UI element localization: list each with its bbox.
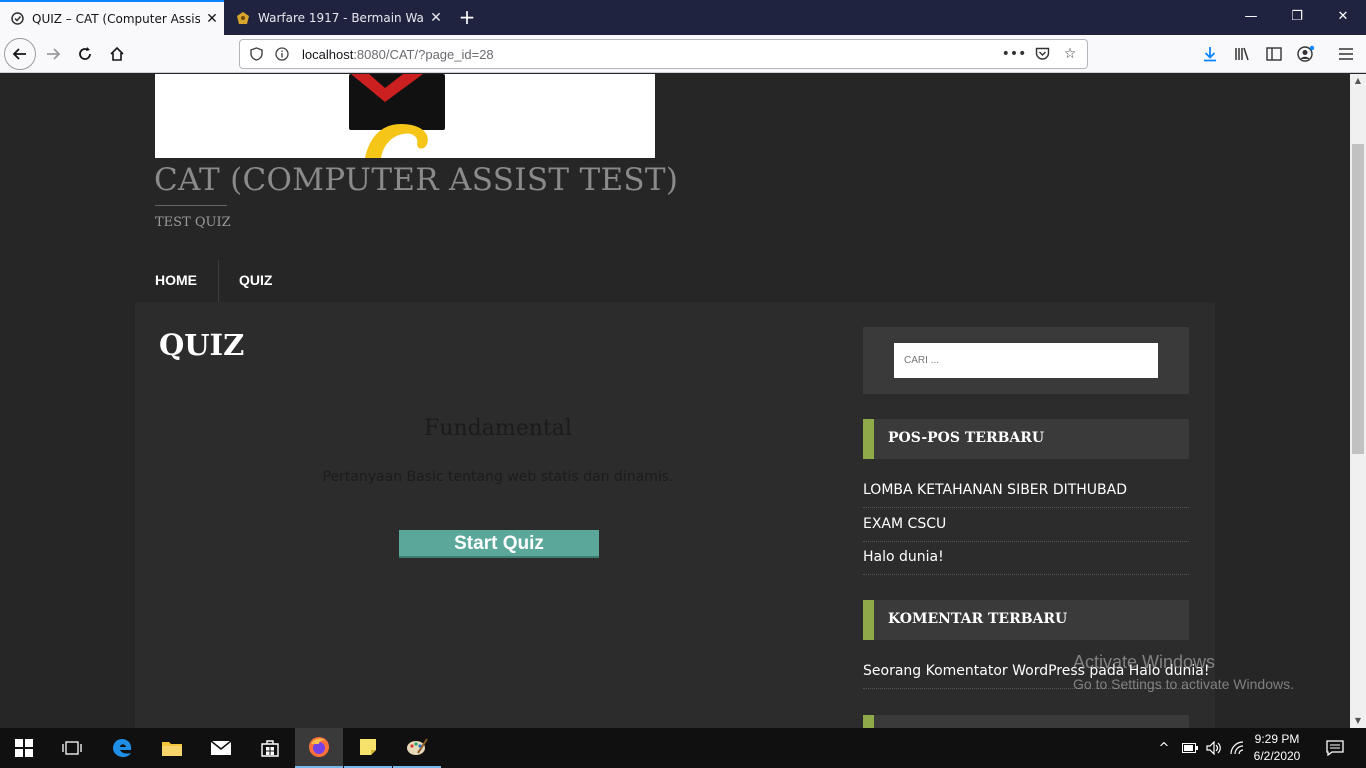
site-title[interactable]: CAT (COMPUTER ASSIST TEST) (154, 162, 678, 198)
library-icon[interactable] (1230, 42, 1254, 66)
scroll-up-icon[interactable]: ▲ (1350, 74, 1366, 88)
arrow-left-icon (12, 48, 26, 60)
search-widget (863, 327, 1189, 394)
home-icon (110, 46, 124, 61)
url-text: localhost:8080/CAT/?page_id=28 (302, 47, 494, 62)
scrollbar-thumb[interactable] (1352, 144, 1364, 454)
info-icon[interactable] (272, 44, 292, 64)
restore-button[interactable]: ❐ (1274, 0, 1320, 35)
task-view-icon (62, 741, 82, 755)
start-quiz-button[interactable]: Start Quiz (399, 530, 599, 556)
mail-icon (210, 740, 232, 755)
bookmark-star-icon[interactable]: ☆ (1059, 43, 1081, 65)
edge-icon (113, 739, 132, 757)
notification-icon (1326, 740, 1344, 756)
pocket-icon[interactable] (1031, 43, 1053, 65)
start-button[interactable] (0, 728, 48, 768)
reload-icon (79, 47, 91, 60)
url-bar[interactable]: localhost:8080/CAT/?page_id=28 ••• ☆ (239, 39, 1088, 69)
tab-title: QUIZ – CAT (Computer Assist T (32, 11, 200, 26)
notifications-button[interactable] (1320, 728, 1350, 768)
shield-icon[interactable] (246, 44, 266, 64)
close-tab-icon[interactable]: ✕ (200, 11, 224, 27)
mail-button[interactable] (197, 728, 245, 768)
paint-palette-icon (407, 738, 428, 755)
file-explorer-button[interactable] (148, 728, 196, 768)
network-icon[interactable] (1228, 728, 1246, 768)
recent-comments-heading: KOMENTAR TERBARU (863, 600, 1189, 640)
main-navigation: HOME QUIZ (155, 260, 272, 302)
page-viewport: CAT (COMPUTER ASSIST TEST) TEST QUIZ HOM… (0, 74, 1350, 728)
sticky-notes-icon (360, 739, 376, 755)
quiz-name: Fundamental (424, 416, 572, 441)
new-tab-button[interactable]: + (454, 4, 480, 30)
logo-graphic (349, 74, 445, 158)
close-window-button[interactable]: ✕ (1320, 0, 1366, 35)
store-icon (261, 740, 279, 757)
paint-button[interactable] (393, 728, 441, 768)
activate-windows-hint: Go to Settings to activate Windows. (1073, 676, 1294, 692)
recent-post-link[interactable]: Halo dunia! (863, 541, 1189, 575)
widget-title: POS-POS TERBARU (888, 430, 1045, 446)
game-favicon-icon (236, 11, 250, 25)
battery-icon[interactable] (1180, 728, 1200, 768)
site-tagline: TEST QUIZ (155, 215, 231, 230)
title-divider (155, 205, 227, 206)
recent-posts-heading: POS-POS TERBARU (863, 419, 1189, 459)
clock-date: 6/2/2020 (1253, 749, 1301, 763)
nav-item-home[interactable]: HOME (155, 260, 197, 302)
forward-button[interactable] (38, 39, 68, 69)
arrow-right-icon (47, 48, 61, 60)
menu-icon[interactable] (1334, 42, 1358, 66)
page-scrollbar[interactable]: ▲ ▼ (1350, 74, 1366, 728)
url-host: localhost (302, 46, 354, 62)
sticky-notes-button[interactable] (344, 728, 392, 768)
download-icon[interactable] (1198, 42, 1222, 66)
search-input[interactable] (894, 343, 1158, 378)
activate-windows-watermark: Activate Windows (1073, 652, 1216, 672)
edge-browser-button[interactable] (98, 728, 146, 768)
page-actions-icon[interactable]: ••• (1002, 43, 1027, 65)
firefox-icon (309, 737, 329, 757)
next-widget-heading (863, 715, 1189, 728)
browser-toolbar: localhost:8080/CAT/?page_id=28 ••• ☆ (0, 35, 1366, 73)
close-tab-icon[interactable]: ✕ (424, 10, 448, 26)
reload-button[interactable] (70, 39, 100, 69)
url-path: :8080/CAT/?page_id=28 (353, 46, 494, 62)
minimize-button[interactable]: — (1228, 0, 1274, 35)
scroll-down-icon[interactable]: ▼ (1350, 714, 1366, 728)
browser-tab-bar: QUIZ – CAT (Computer Assist T ✕ Warfare … (0, 0, 1366, 35)
widget-title: KOMENTAR TERBARU (888, 611, 1068, 627)
show-hidden-icons-icon[interactable]: ^ (1155, 728, 1173, 768)
account-icon[interactable] (1294, 42, 1318, 66)
page-title: QUIZ (159, 328, 245, 362)
store-button[interactable] (246, 728, 294, 768)
header-image (155, 74, 655, 158)
taskbar-clock[interactable]: 9:29 PM 6/2/2020 (1247, 731, 1307, 765)
task-view-button[interactable] (48, 728, 96, 768)
tab-warfare[interactable]: Warfare 1917 - Bermain Warfar ✕ (226, 0, 448, 35)
tab-title: Warfare 1917 - Bermain Warfar (258, 10, 424, 25)
folder-icon (162, 742, 182, 756)
nav-item-quiz[interactable]: QUIZ (239, 260, 272, 302)
volume-icon[interactable] (1204, 728, 1224, 768)
tab-quiz[interactable]: QUIZ – CAT (Computer Assist T ✕ (0, 0, 224, 35)
home-button[interactable] (102, 39, 132, 69)
check-circle-icon (10, 12, 24, 26)
windows-logo-icon (15, 739, 33, 757)
nav-divider (218, 260, 219, 302)
clock-time: 9:29 PM (1254, 732, 1300, 746)
sidebar-icon[interactable] (1262, 42, 1286, 66)
quiz-description: Pertanyaan Basic tentang web statis dan … (322, 469, 674, 485)
recent-post-link[interactable]: LOMBA KETAHANAN SIBER DITHUBAD (863, 474, 1189, 508)
recent-post-link[interactable]: EXAM CSCU (863, 508, 1189, 542)
firefox-button[interactable] (295, 728, 343, 768)
windows-taskbar: ^ 9:29 PM 6/2/2020 (0, 728, 1366, 768)
back-button[interactable] (4, 38, 36, 70)
